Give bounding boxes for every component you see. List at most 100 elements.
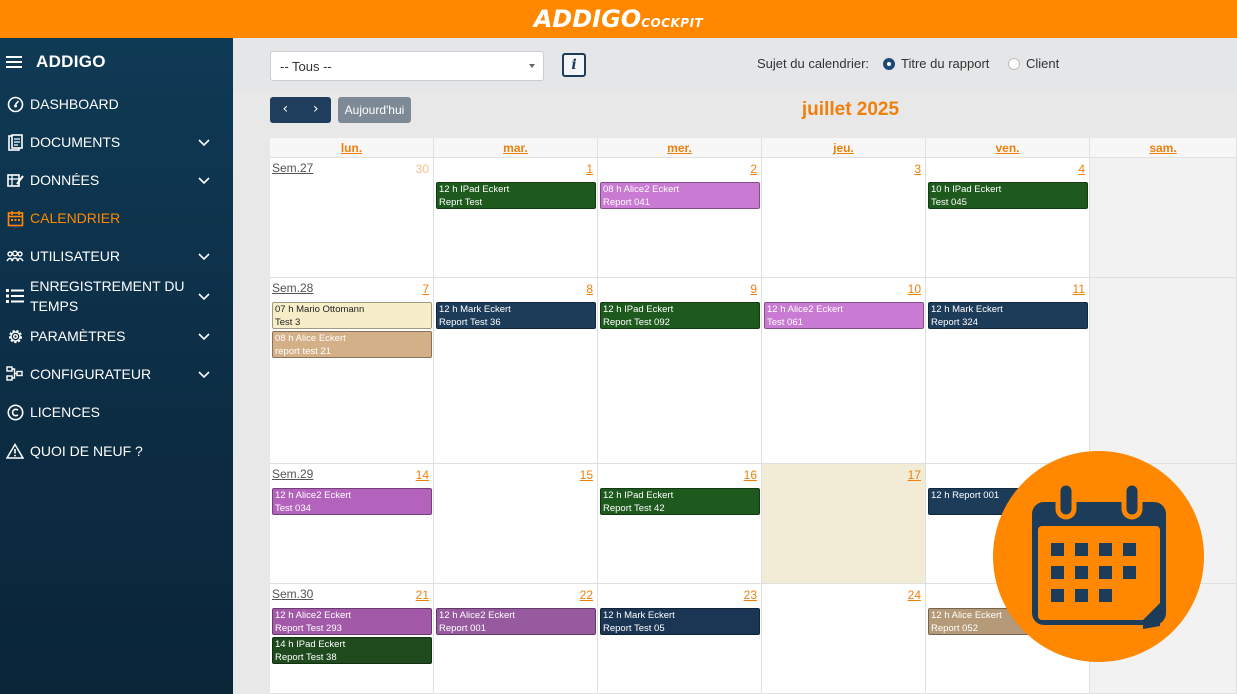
sidebar-item-documents[interactable]: DOCUMENTS xyxy=(0,132,233,152)
radio-report-title[interactable]: Titre du rapport xyxy=(883,56,989,71)
calendar-event[interactable]: 08 h Alice2 Eckert Report 041 xyxy=(600,182,760,209)
day-header[interactable]: ven. xyxy=(926,138,1090,158)
radio-client[interactable]: Client xyxy=(1008,56,1059,71)
day-number[interactable]: 1 xyxy=(586,162,593,176)
day-cell[interactable] xyxy=(1090,278,1237,464)
day-cell[interactable]: 3 xyxy=(762,158,926,278)
day-cell[interactable]: 4 xyxy=(926,158,1090,278)
week-number[interactable]: Sem.29 xyxy=(272,467,313,481)
day-cell[interactable]: 17 xyxy=(762,464,926,584)
day-cell[interactable]: 22 xyxy=(434,584,598,694)
hamburger-menu-icon[interactable] xyxy=(6,55,22,69)
day-header[interactable]: mar. xyxy=(434,138,598,158)
event-title: 07 h Mario Ottomann xyxy=(275,304,365,315)
info-button[interactable]: i xyxy=(562,53,586,77)
month-title: juillet 2025 xyxy=(801,99,900,120)
document-icon xyxy=(6,133,24,151)
calendar-event[interactable]: 12 h Alice2 Eckert Report 001 xyxy=(436,608,596,635)
day-number[interactable]: 4 xyxy=(1078,162,1085,176)
event-title: 08 h Alice2 Eckert xyxy=(603,184,680,195)
event-subtitle: Report 001 xyxy=(439,622,487,634)
event-title: 12 h IPad Eckert xyxy=(603,490,674,501)
day-header[interactable]: lun. xyxy=(270,138,434,158)
chevron-down-icon xyxy=(198,333,210,341)
event-subtitle: Report Test 36 xyxy=(439,316,501,328)
week-number[interactable]: Sem.30 xyxy=(272,587,313,601)
sidebar-item-utilisateur[interactable]: UTILISATEUR xyxy=(0,246,233,266)
day-header[interactable]: jeu. xyxy=(762,138,926,158)
event-title: 12 h Alice2 Eckert xyxy=(767,304,844,315)
day-cell[interactable] xyxy=(1090,158,1237,278)
filter-select[interactable]: -- Tous -- xyxy=(270,51,544,81)
day-cell[interactable]: 16 xyxy=(598,464,762,584)
calendar-event[interactable]: 12 h Alice2 Eckert Report Test 293 xyxy=(272,608,432,635)
day-number[interactable]: 3 xyxy=(914,162,921,176)
prev-button[interactable]: ‹ xyxy=(270,97,301,123)
day-number[interactable]: 21 xyxy=(416,588,429,602)
day-number[interactable]: 22 xyxy=(580,588,593,602)
day-cell[interactable]: Sem.29 14 xyxy=(270,464,434,584)
sidebar-item-label: DASHBOARD xyxy=(30,96,119,112)
day-number[interactable]: 9 xyxy=(750,282,757,296)
radio-label: Titre du rapport xyxy=(901,56,990,71)
day-number[interactable]: 17 xyxy=(908,468,921,482)
day-number[interactable]: 15 xyxy=(580,468,593,482)
filter-select-value: -- Tous -- xyxy=(280,59,332,74)
day-number[interactable]: 14 xyxy=(416,468,429,482)
day-number[interactable]: 2 xyxy=(750,162,757,176)
sidebar-item-dashboard[interactable]: DASHBOARD xyxy=(0,94,233,114)
users-icon xyxy=(6,247,24,265)
calendar-event[interactable]: 12 h Mark Eckert Report Test 36 xyxy=(436,302,596,329)
week-number[interactable]: Sem.27 xyxy=(272,161,313,175)
sidebar-item-label: PARAMÈTRES xyxy=(30,328,126,344)
calendar-event[interactable]: 12 h IPad Eckert Report Test 092 xyxy=(600,302,760,329)
day-cell[interactable]: 15 xyxy=(434,464,598,584)
day-number[interactable]: 11 xyxy=(1073,282,1085,296)
day-number[interactable]: 30 xyxy=(416,162,429,176)
sidebar-item-donnees[interactable]: DONNÉES xyxy=(0,170,233,190)
calendar-event[interactable]: 14 h IPad Eckert Report Test 38 xyxy=(272,637,432,664)
subject-label: Sujet du calendrier: xyxy=(757,56,870,71)
day-number[interactable]: 10 xyxy=(908,282,921,296)
day-cell[interactable]: 2 xyxy=(598,158,762,278)
day-number[interactable]: 23 xyxy=(744,588,757,602)
day-number[interactable]: 8 xyxy=(586,282,593,296)
sidebar-item-quoi-de-neuf[interactable]: QUOI DE NEUF ? xyxy=(0,441,233,461)
warning-icon xyxy=(6,442,24,460)
event-subtitle: report test 21 xyxy=(275,345,331,357)
calendar-event[interactable]: 12 h Alice2 Eckert Test 034 xyxy=(272,488,432,515)
event-subtitle: Report Test 38 xyxy=(275,651,337,663)
sidebar-item-parametres[interactable]: PARAMÈTRES xyxy=(0,326,233,346)
day-cell[interactable]: Sem.27 30 xyxy=(270,158,434,278)
calendar-event[interactable]: 12 h Mark Eckert Report 324 xyxy=(928,302,1088,329)
sidebar: ADDIGO DASHBOARD DOCUMENTS DONNÉES CALEN… xyxy=(0,38,233,694)
event-subtitle: Report Test 092 xyxy=(603,316,670,328)
calendar-event[interactable]: 10 h IPad Eckert Test 045 xyxy=(928,182,1088,209)
day-cell[interactable]: 1 xyxy=(434,158,598,278)
sidebar-item-label: DOCUMENTS xyxy=(30,134,121,150)
next-button[interactable]: › xyxy=(301,97,332,123)
day-number[interactable]: 7 xyxy=(422,282,429,296)
day-number[interactable]: 16 xyxy=(744,468,757,482)
calendar-icon xyxy=(6,209,24,227)
today-button[interactable]: Aujourd'hui xyxy=(338,97,411,123)
day-header[interactable]: sam. xyxy=(1090,138,1237,158)
event-subtitle: Test 3 xyxy=(275,316,301,328)
week-number[interactable]: Sem.28 xyxy=(272,281,313,295)
calendar-event[interactable]: 07 h Mario Ottomann Test 3 xyxy=(272,302,432,329)
calendar-event[interactable]: 08 h Alice Eckert report test 21 xyxy=(272,331,432,358)
day-number[interactable]: 24 xyxy=(908,588,921,602)
event-title: 08 h Alice Eckert xyxy=(275,333,346,344)
sidebar-item-label: UTILISATEUR xyxy=(30,248,120,264)
sidebar-item-configurateur[interactable]: CONFIGURATEUR xyxy=(0,364,233,384)
calendar-event[interactable]: 12 h Alice2 Eckert Test 061 xyxy=(764,302,924,329)
day-header[interactable]: mer. xyxy=(598,138,762,158)
day-cell[interactable]: 24 xyxy=(762,584,926,694)
sidebar-item-enregistrement[interactable]: ENREGISTREMENT DU TEMPS xyxy=(0,276,233,316)
sidebar-item-licences[interactable]: LICENCES xyxy=(0,402,233,422)
calendar-event[interactable]: 12 h IPad Eckert Report Test 42 xyxy=(600,488,760,515)
calendar-event[interactable]: 12 h Mark Eckert Report Test 05 xyxy=(600,608,760,635)
day-cell[interactable]: 23 xyxy=(598,584,762,694)
sidebar-item-calendrier[interactable]: CALENDRIER xyxy=(0,208,233,228)
calendar-event[interactable]: 12 h IPad Eckert Reprt Test xyxy=(436,182,596,209)
